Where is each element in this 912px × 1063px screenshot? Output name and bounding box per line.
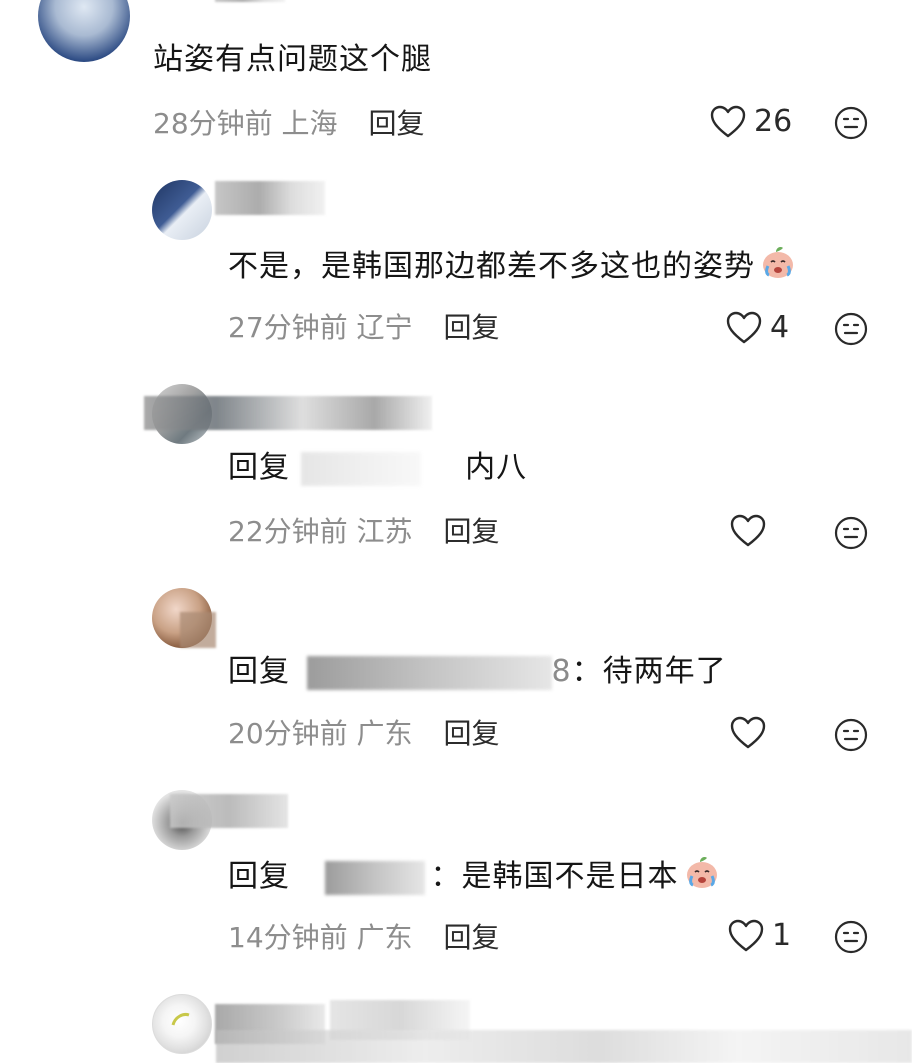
comment-time: 27分钟前 [228,311,348,344]
username-redacted [215,181,325,215]
comment-location: 广东 [356,717,413,750]
heart-outline-icon [726,311,762,343]
comment-meta: 28分钟前 上海 回复 [153,106,424,142]
username-redacted [180,612,216,648]
reply-button[interactable]: 回复 [443,515,499,548]
reply-button[interactable]: 回复 [443,921,499,954]
reply-button[interactable]: 回复 [368,107,424,140]
mention-redacted [300,451,421,486]
heart-outline-icon [728,919,764,951]
comment-text: 回复 内八 [228,450,528,486]
comment-location: 上海 [281,107,338,140]
react-button[interactable] [834,920,868,958]
avatar[interactable] [38,0,130,62]
comment-text: 回复 ：是韩国不是日本 [228,854,721,901]
like-button[interactable]: 1 [728,918,791,953]
reply-button[interactable]: 回复 [443,311,499,344]
crying-peach-emoji-icon [683,854,721,901]
like-button[interactable] [730,514,766,548]
username-redacted [170,794,288,828]
react-button[interactable] [834,312,868,350]
neutral-face-icon [834,106,868,140]
neutral-face-icon [834,516,868,550]
avatar[interactable] [152,994,212,1054]
reply-prefix: 回复 [228,450,290,485]
react-button[interactable] [834,718,868,756]
heart-outline-icon [730,514,766,547]
avatar[interactable] [152,180,212,240]
neutral-face-icon [834,718,868,752]
reply-prefix: 回复 [228,654,290,689]
comment-location: 江苏 [356,515,413,548]
comment-time: 22分钟前 [228,515,348,548]
comment-meta: 14分钟前 广东 回复 [228,920,499,956]
username-redacted [144,396,432,430]
react-button[interactable] [834,516,868,554]
crying-peach-emoji-icon [759,244,797,291]
neutral-face-icon [834,312,868,346]
neutral-face-icon [834,920,868,954]
like-count: 4 [770,310,790,345]
comment-meta: 27分钟前 辽宁 回复 [228,310,499,346]
comment-text: 站姿有点问题这个腿 [153,42,432,77]
comment-time: 20分钟前 [228,717,348,750]
comment-meta: 20分钟前 广东 回复 [228,716,499,752]
content-redacted [216,1030,912,1063]
reply-button[interactable]: 回复 [443,717,499,750]
react-button[interactable] [834,106,868,144]
mention-fragment: 8 [551,654,572,689]
like-button[interactable]: 4 [726,310,789,345]
comment-meta: 22分钟前 江苏 回复 [228,514,499,550]
reply-prefix: 回复 [228,859,290,894]
like-count: 1 [772,918,792,953]
comment-location: 辽宁 [356,311,413,344]
heart-outline-icon [730,716,766,749]
heart-outline-icon [710,105,746,137]
like-button[interactable]: 26 [710,104,792,139]
comment-time: 28分钟前 [153,107,273,140]
username-redacted [215,0,285,2]
mention-redacted [324,860,425,895]
like-count: 26 [754,104,793,139]
comment-text: 不是，是韩国那边都差不多这也的姿势 [228,244,797,291]
comment-text: 回复 8：待两年了 [228,654,727,690]
avatar-graphic [171,1013,190,1026]
like-button[interactable] [730,716,766,750]
comment-time: 14分钟前 [228,921,348,954]
mention-redacted [306,655,552,690]
comment-location: 广东 [356,921,413,954]
